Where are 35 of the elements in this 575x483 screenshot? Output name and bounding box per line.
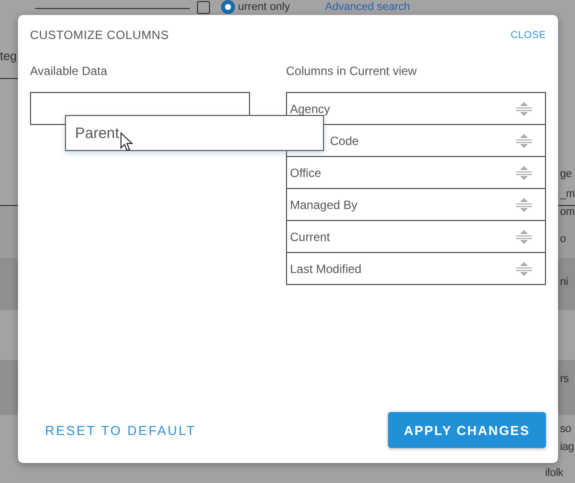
- text-fragment: rs: [560, 372, 569, 386]
- column-row[interactable]: Last Modified: [286, 252, 546, 285]
- section-heading: Available Data: [30, 64, 108, 78]
- drag-handle-icon[interactable]: [515, 132, 533, 148]
- text-fragment: ge: [560, 167, 572, 181]
- column-label: Code: [329, 134, 360, 148]
- column-row[interactable]: Agency: [286, 92, 546, 125]
- text-fragment: ifolk: [545, 466, 564, 480]
- drag-preview-tooltip[interactable]: Parent: [65, 115, 324, 151]
- column-label: Last Modified: [290, 262, 362, 276]
- text-fragment: iag: [560, 440, 574, 454]
- column-row[interactable]: Current: [286, 220, 546, 253]
- drag-handle-icon[interactable]: [515, 260, 533, 276]
- pointer-cursor-icon: [120, 132, 133, 152]
- text-fragment: om: [560, 205, 575, 219]
- column-label: Managed By: [290, 198, 358, 212]
- section-heading: Columns in Current view: [286, 64, 418, 78]
- drag-handle-icon[interactable]: [515, 196, 533, 212]
- text-fragment: _m: [560, 187, 575, 201]
- drag-handle-icon[interactable]: [515, 100, 533, 116]
- drag-handle-icon[interactable]: [515, 164, 533, 180]
- text-fragment: teg: [0, 49, 17, 63]
- text-fragment: o: [560, 232, 566, 246]
- text-fragment: so: [560, 422, 572, 436]
- column-label: Office: [290, 166, 322, 180]
- radio-button[interactable]: [221, 0, 235, 14]
- column-label: Current: [290, 230, 332, 244]
- checkbox[interactable]: [197, 1, 210, 14]
- column-row[interactable]: Office: [286, 156, 546, 189]
- drag-handle-icon[interactable]: [515, 228, 533, 244]
- text-fragment: ni: [560, 275, 568, 289]
- column-row[interactable]: Managed By: [286, 188, 546, 221]
- column-label: Agency: [290, 102, 332, 116]
- radio-label: urrent only: [238, 1, 290, 14]
- dialog-title: CUSTOMIZE COLUMNS: [30, 28, 169, 42]
